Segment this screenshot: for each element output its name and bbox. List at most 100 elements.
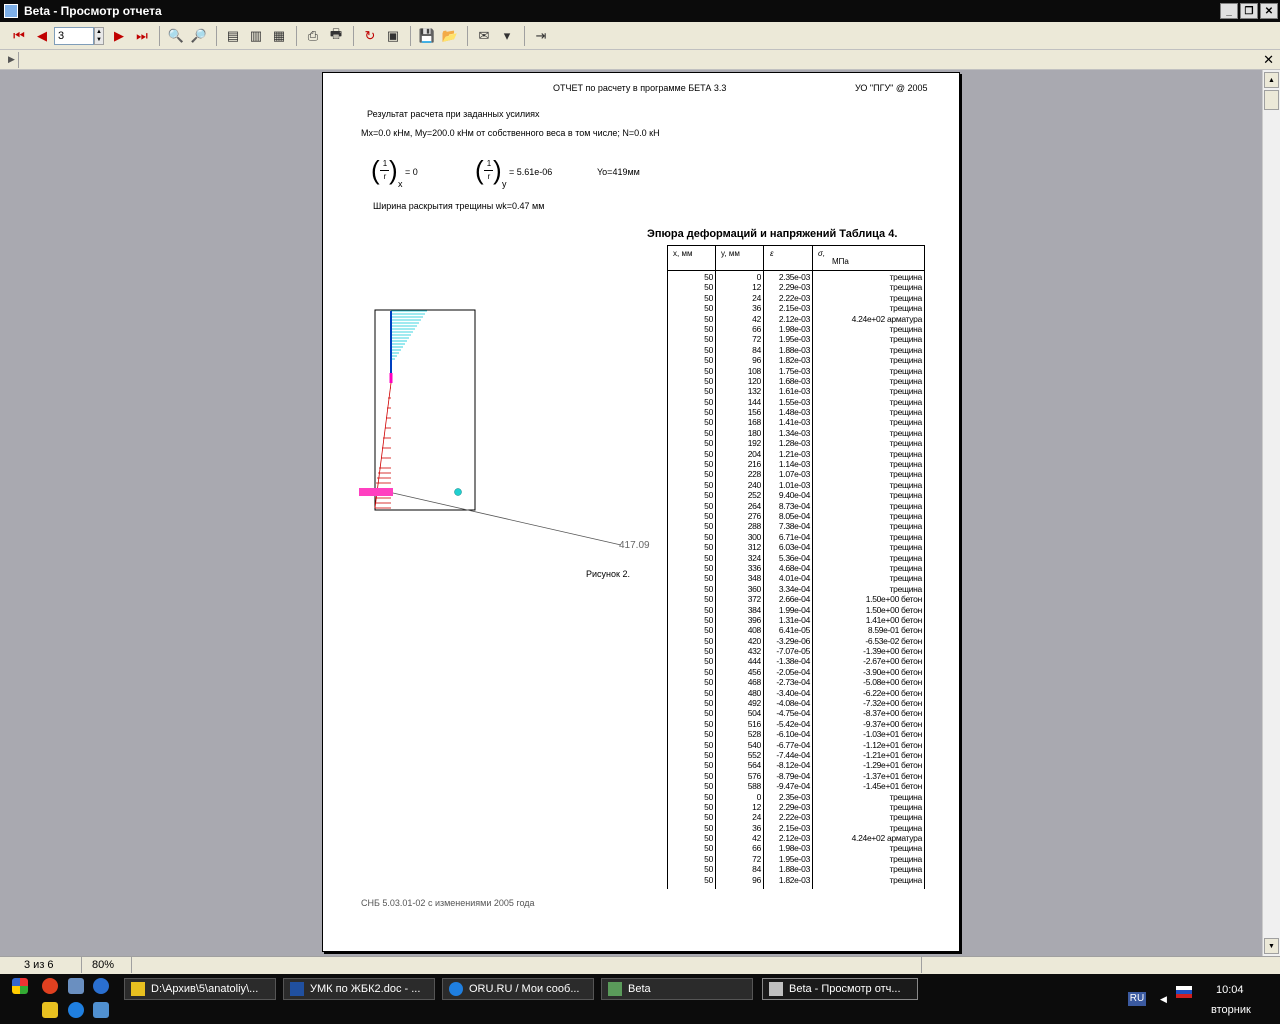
outline-field[interactable] (18, 52, 1258, 68)
cell-sigma: трещина (889, 427, 923, 438)
expand-arrow-icon[interactable]: ▶ (8, 54, 15, 65)
task-ie[interactable]: ORU.RU / Мои сооб... (442, 978, 594, 1000)
table-row: 50 288 7.38e-04 трещина (668, 521, 924, 532)
desktop-quicklaunch-icon[interactable] (93, 1002, 109, 1018)
app-quicklaunch-icon[interactable] (42, 1002, 58, 1018)
status-message (132, 957, 922, 973)
taskbar: D:\Архив\5\anatoliy\... УМК по ЖБК2.doc … (0, 974, 1280, 1024)
language-indicator[interactable]: RU (1128, 992, 1146, 1006)
table-row: 50 0 2.35e-03 трещина (668, 272, 924, 282)
cell-eps: 1.01e-03 (778, 479, 810, 490)
open-button[interactable]: 📂 (439, 25, 461, 47)
cell-y: 504 (747, 708, 762, 719)
maximize-button[interactable]: ❐ (1240, 3, 1258, 19)
scroll-up-icon[interactable]: ▲ (1264, 72, 1279, 88)
cell-eps: 1.48e-03 (778, 407, 810, 418)
cell-eps: -7.44e-04 (776, 749, 810, 760)
task-beta[interactable]: Beta (601, 978, 753, 1000)
cell-sigma: трещина (889, 303, 923, 314)
print-setup-button[interactable]: ⎙ (302, 25, 324, 47)
header-sigma: σ, (818, 249, 826, 258)
cell-x: 50 (704, 510, 713, 521)
media-quicklaunch-icon[interactable] (93, 978, 109, 994)
prev-page-button[interactable]: ◀ (31, 25, 53, 47)
send-mail-button[interactable]: ✉ (473, 25, 495, 47)
cell-eps: 1.31e-04 (778, 614, 810, 625)
cell-sigma: -6.22e+00 бетон (863, 687, 922, 698)
table-row: 50 420 -3.29e-06 -6.53e-02 бетон (668, 635, 924, 646)
one-page-button[interactable]: ▤ (222, 25, 244, 47)
browser-quicklaunch-icon[interactable] (42, 978, 58, 994)
cell-y: 408 (747, 625, 762, 636)
cell-sigma: трещина (889, 853, 923, 864)
scroll-thumb[interactable] (1264, 90, 1279, 110)
export-icon: ▣ (386, 27, 400, 43)
cell-eps: 7.38e-04 (778, 521, 810, 532)
page-spinner[interactable]: ▲ ▼ (94, 26, 104, 45)
russian-flag-icon[interactable] (1176, 986, 1192, 998)
task-beta-preview[interactable]: Beta - Просмотр отч... (762, 978, 918, 1000)
table-row: 50 252 9.40e-04 трещина (668, 490, 924, 501)
vertical-scrollbar[interactable]: ▲ ▼ (1262, 70, 1280, 956)
table-row: 50 72 1.95e-03 трещина (668, 853, 924, 864)
mail-icon: ✉ (478, 27, 490, 43)
task-explorer[interactable]: D:\Архив\5\anatoliy\... (124, 978, 276, 1000)
cell-eps: -6.10e-04 (776, 729, 810, 740)
cell-eps: 1.82e-03 (778, 355, 810, 366)
save-button[interactable]: 💾 (416, 25, 438, 47)
cell-eps: 1.98e-03 (778, 323, 810, 334)
cell-eps: 9.40e-04 (778, 490, 810, 501)
cell-y: 576 (747, 770, 762, 781)
table-row: 50 576 -8.79e-04 -1.37e+01 бетон (668, 770, 924, 781)
table-row: 50 66 1.98e-03 трещина (668, 323, 924, 334)
multi-page-button[interactable]: ▦ (268, 25, 290, 47)
cell-eps: 2.15e-03 (778, 303, 810, 314)
cell-sigma: трещина (889, 500, 923, 511)
export-button[interactable]: ▣ (382, 25, 404, 47)
ie-quicklaunch-icon[interactable] (68, 1002, 84, 1018)
task-word[interactable]: УМК по ЖБК2.doc - ... (283, 978, 435, 1000)
zoom-in-button[interactable]: 🔍 (165, 25, 187, 47)
exit-icon: ⇥ (535, 27, 547, 43)
last-page-button[interactable]: ⏭ (131, 25, 153, 47)
cell-eps: 3.34e-04 (778, 583, 810, 594)
cell-y: 24 (752, 292, 761, 303)
start-icon[interactable] (12, 978, 28, 994)
cell-sigma: трещина (889, 479, 923, 490)
first-page-button[interactable]: ⏮ (8, 25, 30, 47)
close-pane-icon[interactable]: ✕ (1263, 52, 1274, 68)
send-dropdown-button[interactable]: ▾ (496, 25, 518, 47)
table-header: x, мм y, мм ε σ, МПа (668, 245, 924, 271)
cell-eps: 2.66e-04 (778, 594, 810, 605)
table-row: 50 24 2.22e-03 трещина (668, 292, 924, 303)
cell-x: 50 (704, 500, 713, 511)
next-page-button[interactable]: ▶ (108, 25, 130, 47)
cell-sigma: трещина (889, 552, 923, 563)
zoom-out-button[interactable]: 🔎 (188, 25, 210, 47)
page-number-input[interactable] (54, 26, 94, 45)
print-button[interactable]: 🖶 (325, 25, 347, 47)
cell-y: 588 (747, 781, 762, 792)
multi-page-icon: ▦ (272, 27, 286, 43)
cell-y: 12 (752, 282, 761, 293)
two-page-button[interactable]: ▥ (245, 25, 267, 47)
cell-x: 50 (704, 334, 713, 345)
cell-x: 50 (704, 479, 713, 490)
cell-x: 50 (704, 355, 713, 366)
cell-eps: 8.05e-04 (778, 510, 810, 521)
minimize-button[interactable]: _ (1220, 3, 1238, 19)
tray-expand-icon[interactable]: ◀ (1160, 994, 1167, 1005)
rebar-point (454, 488, 462, 496)
table-row: 50 408 6.41e-05 8.59e-01 бетон (668, 625, 924, 636)
next-page-icon: ▶ (114, 27, 124, 43)
exit-button[interactable]: ⇥ (530, 25, 552, 47)
scroll-down-icon[interactable]: ▼ (1264, 938, 1279, 954)
refresh-button[interactable]: ↻ (359, 25, 381, 47)
folder-icon (131, 982, 145, 996)
tool-quicklaunch-icon[interactable] (68, 978, 84, 994)
cell-sigma: трещина (889, 375, 923, 386)
close-button[interactable]: ✕ (1260, 3, 1278, 19)
cell-eps: -3.29e-06 (776, 635, 810, 646)
cell-sigma: трещина (889, 583, 923, 594)
clock-time[interactable]: 10:04 (1216, 984, 1244, 996)
